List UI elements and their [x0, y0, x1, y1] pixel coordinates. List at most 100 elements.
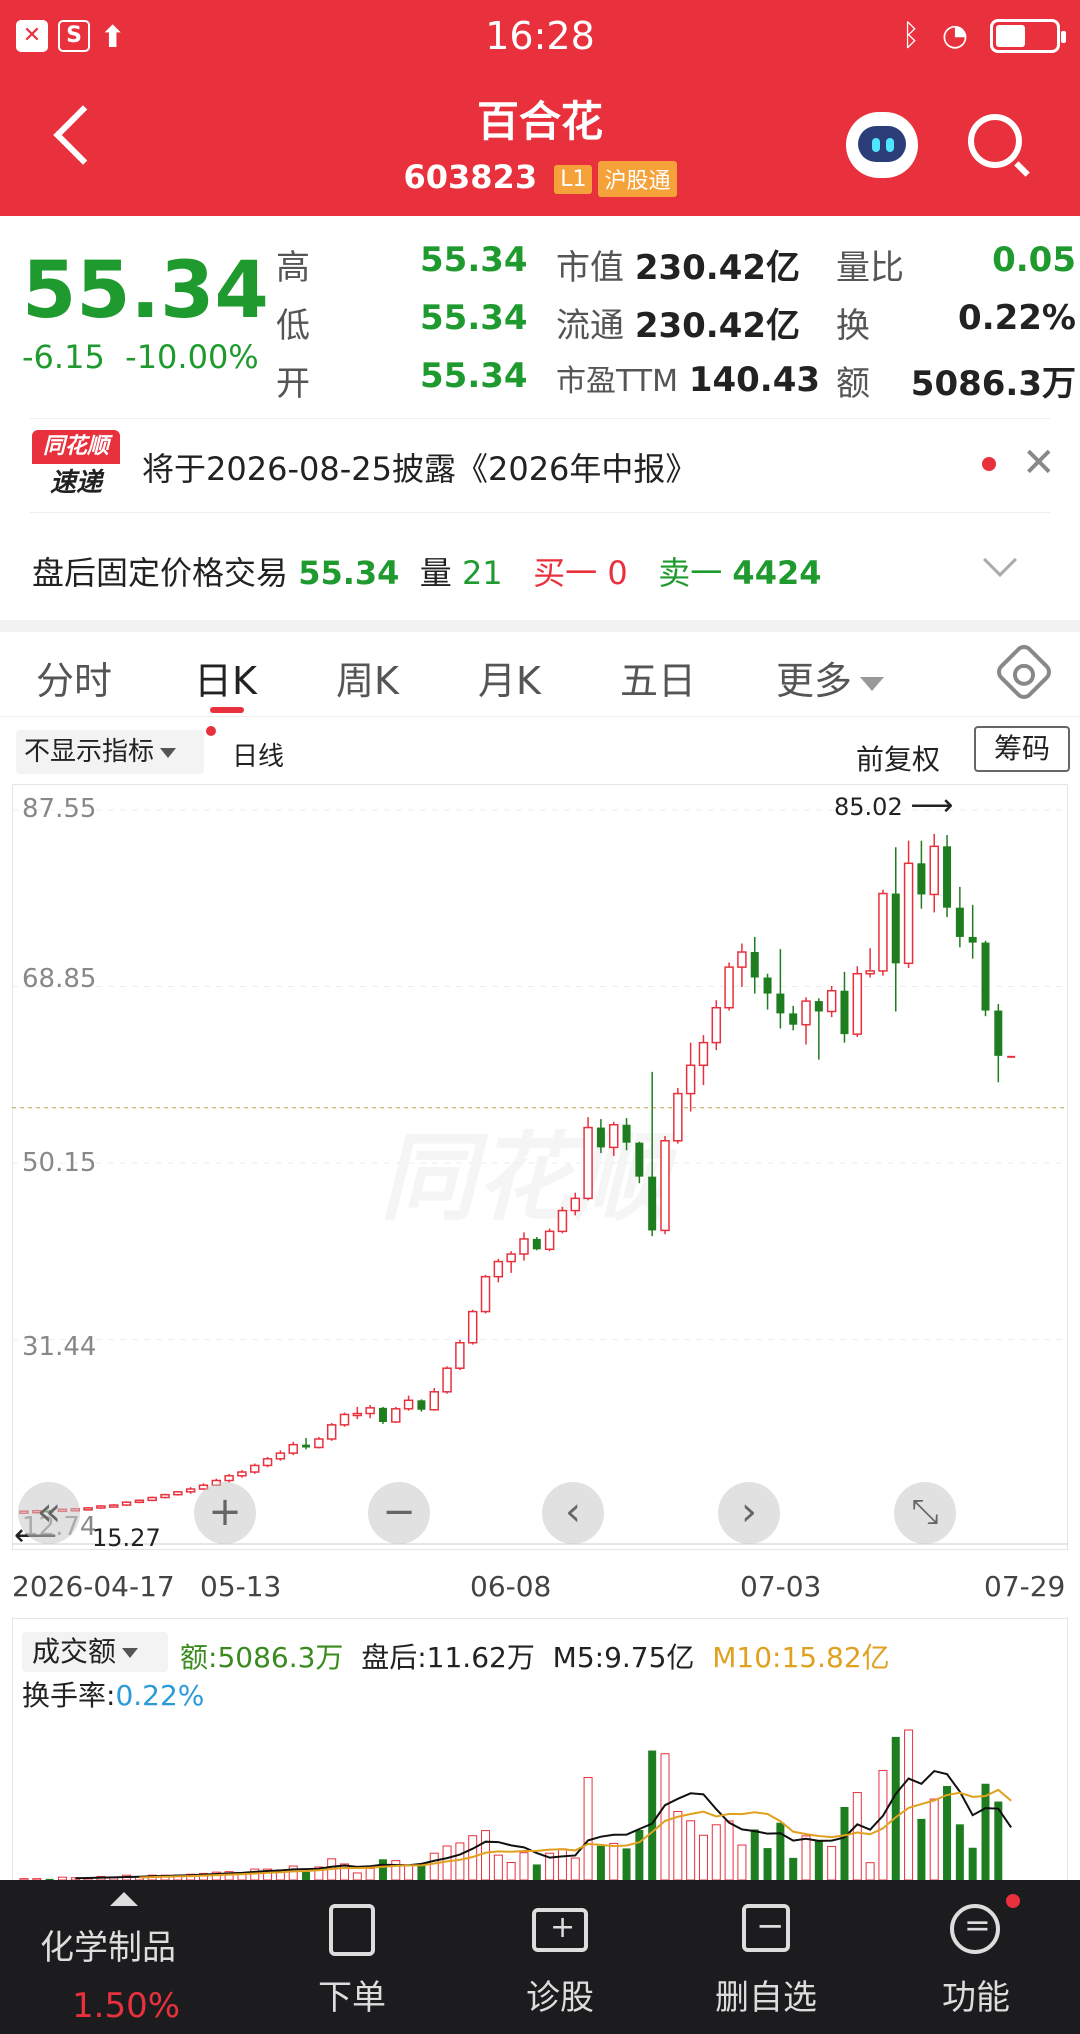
candle: [108, 1504, 119, 1508]
candle: [121, 1501, 132, 1506]
vol-ratio-label: 量比: [836, 248, 904, 288]
tab-daily-k[interactable]: 日K: [194, 650, 257, 705]
x-date-label: 07-03: [740, 1570, 822, 1603]
volume-bar: [442, 1845, 452, 1880]
new-dot: [206, 726, 216, 736]
expand-up-icon[interactable]: [110, 1892, 138, 1906]
candle: [865, 948, 875, 978]
divider: [30, 418, 1050, 419]
volume-bar: [840, 1807, 849, 1880]
ths-express-logo: 同花顺 速递: [32, 430, 120, 502]
tab-five-day[interactable]: 五日: [620, 650, 696, 705]
candle: [943, 835, 952, 918]
candle: [660, 1136, 670, 1235]
candle: [160, 1493, 170, 1499]
fullscreen-icon[interactable]: ⤡: [894, 1482, 956, 1544]
scroll-start-icon[interactable]: «: [18, 1482, 80, 1544]
wifi-icon: ◔: [941, 18, 968, 53]
candle: [622, 1118, 631, 1151]
pe-item: 市盈TTM 140.43: [556, 360, 821, 400]
volume-bar: [302, 1871, 311, 1880]
divider: [0, 716, 1080, 717]
volume-bar: [288, 1865, 298, 1880]
status-icons-right: ᛒ ◔: [901, 18, 1066, 53]
chips-button[interactable]: 筹码: [974, 726, 1070, 772]
high-marker-label: 85.02 ⟶: [834, 788, 954, 823]
tab-more[interactable]: 更多: [776, 650, 885, 705]
kline-chart[interactable]: [12, 784, 1068, 1550]
volume-bar: [929, 1798, 939, 1880]
candle: [96, 1505, 106, 1509]
volume-bar: [365, 1867, 375, 1880]
sector-name[interactable]: 化学制品: [40, 1920, 176, 1969]
high-value: 55.34: [420, 240, 528, 280]
tab-weekly-k[interactable]: 周K: [336, 650, 399, 705]
zoom-in-icon[interactable]: +: [194, 1482, 256, 1544]
candle: [648, 1071, 657, 1237]
volume-bar: [481, 1830, 491, 1880]
dropdown-triangle-icon: [160, 747, 177, 758]
turnover-rate: 换手率:0.22%: [22, 1679, 205, 1712]
close-icon[interactable]: ✕: [1022, 440, 1056, 486]
volume-bar: [519, 1852, 529, 1880]
x-date-label: 06-08: [470, 1570, 552, 1603]
candle: [442, 1366, 452, 1394]
scroll-left-icon[interactable]: ‹: [542, 1482, 604, 1544]
stock-code-line: 603823 L1 沪股通: [0, 158, 1080, 197]
chevron-down-icon[interactable]: [983, 543, 1017, 577]
after-hours-trade[interactable]: 盘后固定价格交易 55.34 量 21 买一 0 卖一 4424: [32, 548, 821, 594]
volume-bar: [814, 1839, 823, 1880]
volume-bar: [852, 1792, 862, 1880]
candle: [519, 1232, 529, 1261]
candle: [673, 1087, 683, 1144]
volume-bar: [417, 1865, 426, 1880]
float-item: 流通 230.42亿: [556, 306, 801, 346]
line-type-label: 日线: [232, 742, 285, 772]
bluetooth-icon: ᛒ: [901, 18, 920, 53]
volume-bar: [865, 1862, 875, 1880]
candle: [903, 840, 914, 969]
sector-change: 1.50%: [72, 1986, 181, 2026]
notify-dot: [1006, 1894, 1020, 1908]
candle: [467, 1309, 478, 1345]
news-headline[interactable]: 将于2026-08-25披露《2026年中报》: [142, 444, 697, 490]
candle: [339, 1412, 350, 1427]
volume-bar: [686, 1820, 696, 1880]
zoom-out-icon[interactable]: −: [368, 1482, 430, 1544]
volume-bar: [493, 1854, 503, 1880]
volume-indicator-select[interactable]: 成交额: [22, 1632, 168, 1672]
x-date-label: 07-29: [984, 1570, 1066, 1603]
battery-icon: [990, 18, 1066, 53]
adjust-toggle[interactable]: 前复权: [856, 738, 940, 778]
ma5-line: [75, 1769, 1012, 1880]
stock-name: 百合花: [476, 97, 603, 146]
scroll-right-icon[interactable]: ›: [718, 1482, 780, 1544]
volume-bar: [827, 1845, 837, 1880]
candle: [455, 1339, 465, 1371]
candle: [134, 1499, 145, 1504]
volume-bar: [698, 1834, 708, 1880]
candle: [326, 1422, 337, 1441]
search-icon[interactable]: [968, 114, 1022, 168]
period-tabs: 分时 日K 周K 月K 五日 更多: [0, 650, 1080, 716]
robot-assistant-icon[interactable]: [846, 112, 918, 178]
volume-info: 额:5086.3万 盘后:11.62万 M5:9.75亿 M10:15.82亿: [180, 1641, 890, 1674]
candle: [417, 1399, 426, 1412]
tab-monthly-k[interactable]: 月K: [478, 650, 541, 705]
candle: [570, 1192, 581, 1216]
candle: [878, 889, 888, 976]
y-tick-label: 68.85: [22, 964, 97, 994]
candle: [596, 1119, 605, 1154]
volume-bar: [648, 1750, 657, 1880]
volume-bar: [455, 1842, 465, 1880]
active-tab-indicator: [210, 707, 244, 713]
volume-bar: [557, 1848, 567, 1880]
indicator-select[interactable]: 不显示指标: [16, 730, 204, 774]
tab-intraday[interactable]: 分时: [36, 650, 112, 705]
candle: [1007, 1055, 1016, 1058]
volume-bar: [917, 1818, 926, 1880]
volume-bar: [506, 1862, 516, 1880]
candle: [493, 1258, 504, 1283]
volume-bar: [776, 1822, 785, 1880]
candle: [724, 962, 734, 1011]
